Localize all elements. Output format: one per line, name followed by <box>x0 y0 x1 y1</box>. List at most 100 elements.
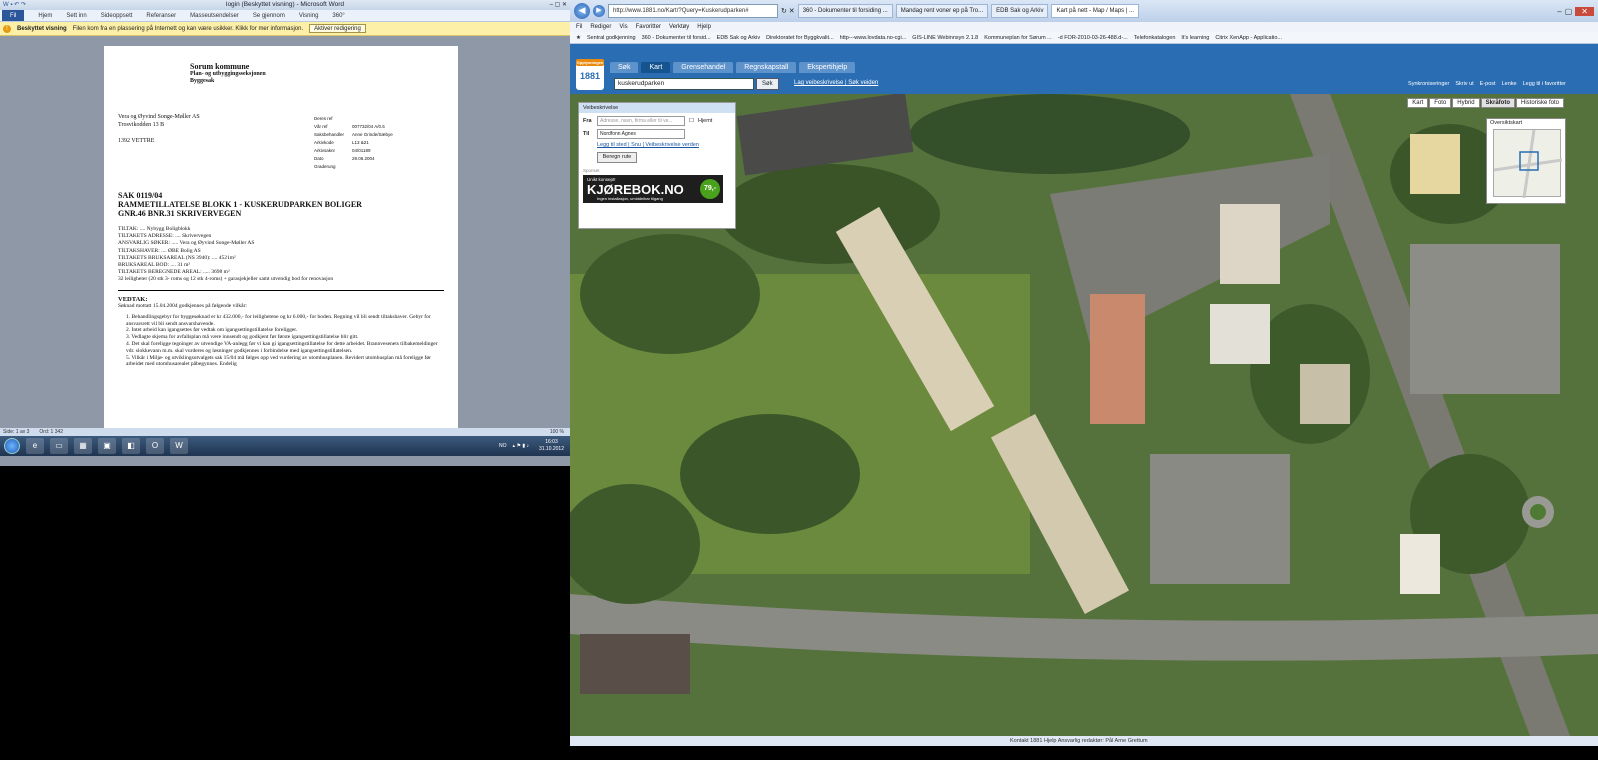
word-tab-references[interactable]: Referanser <box>146 13 176 19</box>
start-button[interactable] <box>4 438 20 454</box>
word-taskbar-icon[interactable]: W <box>170 438 188 454</box>
tab-ekspertihjelp[interactable]: Ekspertihjelp <box>799 62 856 73</box>
word-tab-file[interactable]: Fil <box>2 10 25 21</box>
back-arrow-icon[interactable]: ◀ <box>574 3 590 19</box>
site-search-input[interactable]: kuskerudparken <box>614 78 754 90</box>
map-mode-skrafoto[interactable]: Skråfoto <box>1480 98 1515 108</box>
menu-item[interactable]: Favoritter <box>636 24 661 30</box>
site-logo[interactable]: Opplysningen 1881 <box>576 59 604 90</box>
word-tab-view[interactable]: Visning <box>299 13 319 19</box>
app-taskbar-icon[interactable]: ▣ <box>98 438 116 454</box>
favorite-link[interactable]: Telefonkatalogen <box>1134 35 1176 41</box>
status-zoom[interactable]: 100 % <box>550 429 564 435</box>
favorite-link[interactable]: -d FOR-2010-03-26-488.d-... <box>1058 35 1128 41</box>
word-tab-insert[interactable]: Sett inn <box>66 13 86 19</box>
word-window: W ▪ ↶ ↷ login (Beskyttet visning) - Micr… <box>0 0 570 466</box>
browser-menu-bar: Fil Rediger Vis Favoritter Verktøy Hjelp <box>570 22 1598 32</box>
browser-tab-active[interactable]: Kart på nett - Map / Maps | ... <box>1051 4 1140 18</box>
word-title-bar: W ▪ ↶ ↷ login (Beskyttet visning) - Micr… <box>0 0 570 10</box>
sponsor-label: Sponset <box>583 168 600 173</box>
url-input[interactable]: http://www.1881.no/Kart/?Query=Kuskerudp… <box>608 4 778 18</box>
menu-item[interactable]: Rediger <box>590 24 611 30</box>
maximize-icon[interactable]: ▢ <box>1565 7 1573 16</box>
site-tabs: Søk Kart Grensehandel Regnskapstall Eksp… <box>610 62 856 73</box>
language-indicator[interactable]: NO <box>499 443 507 449</box>
word-quick-access-icon[interactable]: W ▪ ↶ ↷ <box>3 0 26 10</box>
word-tab-home[interactable]: Hjem <box>38 13 52 19</box>
app-taskbar-icon[interactable]: ◧ <box>122 438 140 454</box>
minimize-icon[interactable]: – <box>1557 7 1561 16</box>
search-links[interactable]: Lag veibeskrivelse | Søk veiden <box>794 80 878 86</box>
overview-minimap[interactable] <box>1493 129 1562 198</box>
route-to-row: Til Nordfonn Agnes <box>579 126 735 139</box>
route-links[interactable]: Legg til sted | Snu | Veibeskrivelse ver… <box>579 139 735 148</box>
browser-tab[interactable]: EDB Sak og Arkiv <box>991 4 1049 18</box>
word-tab-layout[interactable]: Sideoppsett <box>101 13 133 19</box>
shield-warning-icon: ! <box>3 24 11 33</box>
app-taskbar-icon[interactable]: ▦ <box>74 438 92 454</box>
toplink[interactable]: Legg til i favoritter <box>1523 81 1566 87</box>
toplink[interactable]: Lenke <box>1502 81 1517 87</box>
clock[interactable]: 16:03 31.10.2012 <box>539 439 570 453</box>
browser-tab[interactable]: Mandag rent voner ep på Tro... <box>895 4 989 18</box>
route-to-input[interactable]: Nordfonn Agnes <box>597 129 685 139</box>
star-icon[interactable]: ★ <box>576 35 581 41</box>
favorite-link[interactable]: EDB Sak og Arkiv <box>717 35 760 41</box>
word-tab-mailings[interactable]: Masseutsendelser <box>190 13 239 19</box>
refresh-icon[interactable]: ↻ ✕ <box>781 7 795 15</box>
favorite-link[interactable]: Kommuneplan for Sørum ... <box>984 35 1052 41</box>
menu-item[interactable]: Hjelp <box>697 24 711 30</box>
favorite-link[interactable]: Citrix XenApp - Applicatio... <box>1215 35 1282 41</box>
map-mode-kart[interactable]: Kart <box>1407 98 1429 108</box>
document-page[interactable]: Sorum kommune Plan- og utbyggingsseksjon… <box>104 46 458 438</box>
site-search-button[interactable]: Søk <box>756 78 779 90</box>
toplink[interactable]: Synkroniseringer <box>1408 81 1449 87</box>
tray-icons[interactable]: ▴ ⚑ ▮ ♪ <box>513 443 529 449</box>
word-tab-360[interactable]: 360° <box>332 13 344 19</box>
favorite-link[interactable]: http---www.lovdata.no-cgi... <box>840 35 907 41</box>
aerial-map[interactable]: Kart Foto Hybrid Skråfoto Historiske fot… <box>570 94 1598 736</box>
clock-time: 16:03 <box>545 439 558 445</box>
ie-taskbar-icon[interactable]: e <box>26 438 44 454</box>
status-words: Ord: 1 342 <box>39 429 64 435</box>
site-header: Opplysningen 1881 Søk Kart Grensehandel … <box>570 44 1598 94</box>
menu-item[interactable]: Vis <box>619 24 627 30</box>
tab-regnskapstall[interactable]: Regnskapstall <box>736 62 797 73</box>
route-from-input[interactable]: Adresse, navn, firma eller til ve... <box>597 116 685 126</box>
calculate-route-button[interactable]: Beregn rute <box>597 152 637 163</box>
meta-key: Arkivkode <box>314 140 334 145</box>
menu-item[interactable]: Verktøy <box>669 24 689 30</box>
toplink[interactable]: E-post <box>1480 81 1496 87</box>
menu-item[interactable]: Fil <box>576 24 582 30</box>
folder-taskbar-icon[interactable]: ▭ <box>50 438 68 454</box>
checkbox[interactable]: ☐ <box>689 118 694 124</box>
close-icon[interactable]: ✕ <box>1575 6 1594 16</box>
map-mode-historiske[interactable]: Historiske foto <box>1515 98 1564 108</box>
enable-editing-button[interactable]: Aktiver redigering <box>309 24 366 33</box>
map-mode-foto[interactable]: Foto <box>1429 98 1452 108</box>
tab-sok[interactable]: Søk <box>610 62 639 73</box>
word-tab-review[interactable]: Se gjennom <box>253 13 285 19</box>
doc-org-name: Sorum kommune <box>190 62 250 71</box>
meta-value: 29.06.2004 <box>352 156 375 161</box>
word-window-controls[interactable]: – ▢ ✕ <box>550 0 567 10</box>
favorite-link[interactable]: 360 - Dokumenter til forsid... <box>642 35 711 41</box>
kjorebok-ad[interactable]: Unikt konsept! KJØREBOK.NO Ingen install… <box>583 175 723 203</box>
forward-arrow-icon[interactable]: ▶ <box>593 5 605 17</box>
map-mode-hybrid[interactable]: Hybrid <box>1452 98 1480 108</box>
favorite-link[interactable]: It's learning <box>1181 35 1209 41</box>
favorite-link[interactable]: GIS-LINE Webinnsyn 2.1.8 <box>912 35 978 41</box>
protected-view-message[interactable]: Filen kom fra en plassering på Internett… <box>73 26 303 32</box>
site-toplinks: Synkroniseringer Skriv ut E-post Lenke L… <box>1408 81 1566 87</box>
tab-kart[interactable]: Kart <box>641 62 671 73</box>
property-line: ANSVARLIG SØKER: ..... Vera og Øyvind So… <box>118 240 255 247</box>
favorite-link[interactable]: Sentral godkjenning <box>587 35 636 41</box>
browser-tab[interactable]: 360 - Dokumenter til forsiding ... <box>797 4 893 18</box>
route-title: Veibeskrivelse <box>579 103 735 113</box>
outlook-taskbar-icon[interactable]: O <box>146 438 164 454</box>
overview-map-panel[interactable]: Oversiktskart <box>1486 118 1566 204</box>
tab-grensehandel[interactable]: Grensehandel <box>673 62 734 73</box>
browser-window-controls[interactable]: – ▢ ✕ <box>1557 6 1598 16</box>
toplink[interactable]: Skriv ut <box>1455 81 1473 87</box>
favorite-link[interactable]: Direktoratet for Byggkvalit... <box>766 35 834 41</box>
